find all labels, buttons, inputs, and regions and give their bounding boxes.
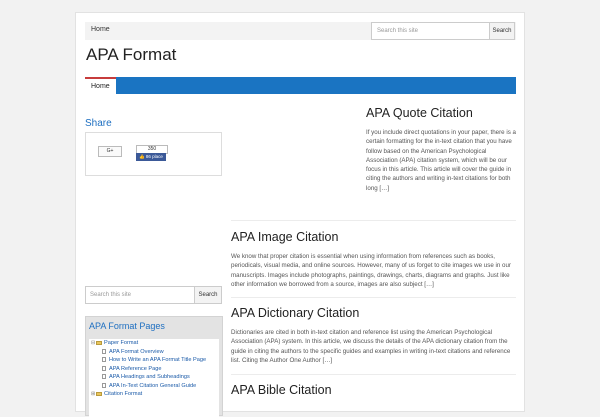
site-title[interactable]: APA Format [86,45,176,65]
document-icon [102,365,106,371]
document-icon [102,382,106,388]
page-container: Home Search this site Search APA Format … [75,12,525,417]
tree-item-in-text-citation[interactable]: APA In-Text Citation General Guide [102,382,196,390]
tree-item-apa-format-overview[interactable]: APA Format Overview [102,348,164,356]
document-icon [102,357,106,363]
document-icon [102,374,106,380]
article-title-bible[interactable]: APA Bible Citation [231,383,332,397]
folder-icon [96,391,102,396]
facebook-like-button[interactable]: 👍 86 place [136,153,166,161]
tree-item-headings[interactable]: APA Headings and Subheadings [102,373,190,381]
article-title-quote[interactable]: APA Quote Citation [366,106,473,120]
folder-icon [96,340,102,345]
sidebar-search-input[interactable]: Search this site [85,286,195,304]
top-search-form: Search this site Search [371,22,515,40]
google-plus-button[interactable]: G+ [98,146,122,157]
top-home-link[interactable]: Home [91,26,110,33]
top-search-input[interactable]: Search this site [371,22,490,40]
share-heading: Share [85,118,112,129]
article-title-image[interactable]: APA Image Citation [231,230,338,244]
main-nav: Home [85,77,516,94]
article-divider [231,297,516,298]
sidebar-search-form: Search this site Search [85,286,222,304]
tree-item-reference-page[interactable]: APA Reference Page [102,365,161,373]
tree-item-paper-format[interactable]: ⊟ Paper Format [91,339,138,347]
top-search-button[interactable]: Search [490,22,515,40]
article-divider [231,220,516,221]
article-divider [231,374,516,375]
document-icon [102,348,106,354]
nav-item-home[interactable]: Home [85,77,116,94]
share-widget: G+ 350 👍 86 place [85,132,222,176]
sidebar-search-button[interactable]: Search [195,286,222,304]
pages-widget-title: APA Format Pages [89,321,165,331]
article-excerpt-quote: If you include direct quotations in your… [366,129,516,192]
pages-widget: APA Format Pages ⊟ Paper Format APA Forma… [85,316,223,417]
tree-item-title-page[interactable]: How to Write an APA Format Title Page [102,356,206,364]
top-bar: Home Search this site Search [85,22,516,40]
article-excerpt-dictionary: Dictionaries are cited in both in-text c… [231,329,511,364]
article-title-dictionary[interactable]: APA Dictionary Citation [231,306,359,320]
article-excerpt-image: We know that proper citation is essentia… [231,253,511,288]
pages-tree: ⊟ Paper Format APA Format Overview How to… [89,339,219,417]
tree-item-citation-format[interactable]: ⊞ Citation Format [91,390,142,398]
